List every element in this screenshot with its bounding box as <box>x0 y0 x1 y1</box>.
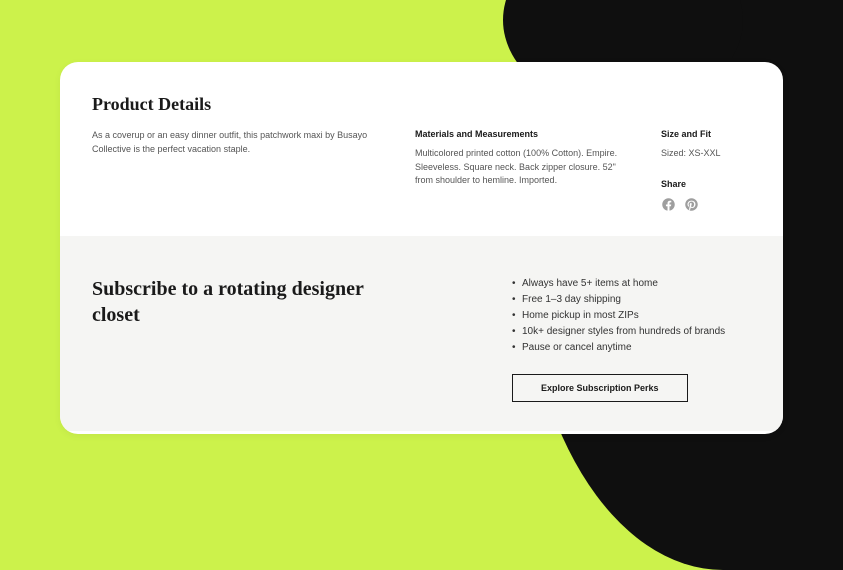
facebook-icon <box>661 197 676 212</box>
perk-item: Always have 5+ items at home <box>512 276 751 292</box>
product-details-heading: Product Details <box>92 94 751 115</box>
perks-list: Always have 5+ items at home Free 1–3 da… <box>512 276 751 356</box>
share-facebook-button[interactable] <box>661 197 676 212</box>
perk-item: Free 1–3 day shipping <box>512 292 751 308</box>
size-fit-heading: Size and Fit <box>661 129 751 139</box>
size-fit-text: Sized: XS-XXL <box>661 147 751 161</box>
materials-heading: Materials and Measurements <box>415 129 633 139</box>
perk-item: Home pickup in most ZIPs <box>512 308 751 324</box>
content-card: Product Details As a coverup or an easy … <box>60 62 783 434</box>
share-pinterest-button[interactable] <box>684 197 699 212</box>
subscribe-section: Subscribe to a rotating designer closet … <box>60 236 783 431</box>
perk-item: Pause or cancel anytime <box>512 340 751 356</box>
pinterest-icon <box>684 197 699 212</box>
share-heading: Share <box>661 179 751 189</box>
perk-item: 10k+ designer styles from hundreds of br… <box>512 324 751 340</box>
explore-perks-button[interactable]: Explore Subscription Perks <box>512 374 688 402</box>
subscribe-heading: Subscribe to a rotating designer closet <box>92 276 392 399</box>
product-description: As a coverup or an easy dinner outfit, t… <box>92 129 387 156</box>
product-details-section: Product Details As a coverup or an easy … <box>60 62 783 236</box>
materials-text: Multicolored printed cotton (100% Cotton… <box>415 147 633 188</box>
